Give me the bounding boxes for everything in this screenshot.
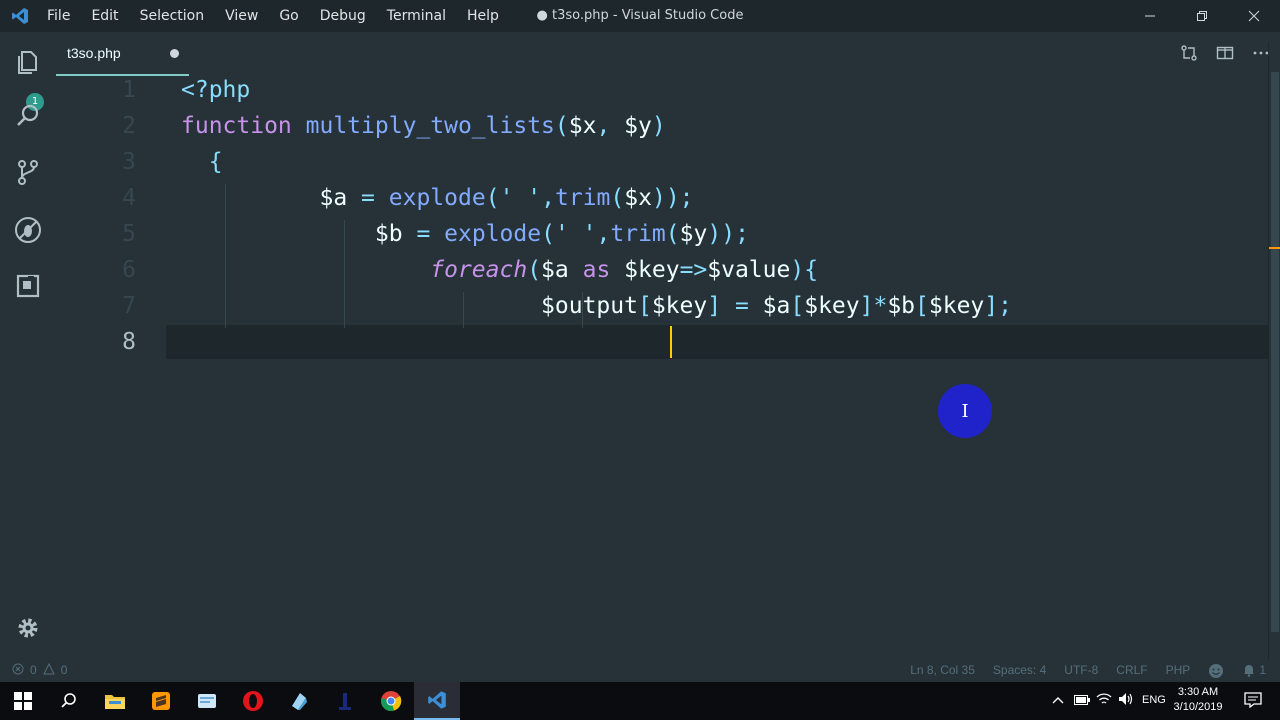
code-line-2: function multiply_two_lists($x, $y) bbox=[181, 113, 666, 139]
vscode-taskbar-icon[interactable] bbox=[414, 682, 460, 720]
clock-time: 3:30 AM bbox=[1177, 686, 1219, 698]
battery-icon[interactable] bbox=[1074, 695, 1090, 705]
vscode-logo-icon bbox=[12, 8, 28, 24]
clock[interactable]: 3:30 AM 3/10/2019 bbox=[1168, 685, 1228, 715]
opera-icon[interactable] bbox=[230, 682, 276, 720]
menu-bar: File Edit Selection View Go Debug Termin… bbox=[47, 0, 520, 32]
extensions-icon[interactable] bbox=[10, 268, 46, 304]
minimize-icon bbox=[1145, 15, 1155, 17]
menu-go[interactable]: Go bbox=[279, 0, 298, 32]
search-icon[interactable] bbox=[10, 98, 46, 134]
encoding[interactable]: UTF-8 bbox=[1064, 663, 1098, 679]
warning-icon bbox=[42, 663, 55, 675]
menu-help[interactable]: Help bbox=[467, 0, 499, 32]
warning-count: 0 bbox=[60, 663, 68, 677]
code-line-1: <?php bbox=[181, 77, 251, 103]
indentation[interactable]: Spaces: 4 bbox=[993, 663, 1046, 679]
chrome-icon[interactable] bbox=[368, 682, 414, 720]
windows-start-icon[interactable] bbox=[0, 682, 46, 720]
source-control-icon[interactable] bbox=[10, 154, 46, 190]
restore-icon bbox=[1197, 11, 1207, 21]
line-ending[interactable]: CRLF bbox=[1116, 663, 1147, 679]
wifi-icon[interactable] bbox=[1096, 692, 1112, 706]
debug-icon[interactable] bbox=[10, 212, 46, 248]
bell-icon bbox=[1244, 665, 1255, 677]
file-explorer-icon[interactable] bbox=[92, 682, 138, 720]
menu-file[interactable]: File bbox=[47, 0, 70, 32]
code-line-5: $b = explode(' ',trim($y)); bbox=[374, 221, 749, 247]
vertical-scrollbar[interactable] bbox=[1268, 42, 1280, 660]
code-line-3: { bbox=[208, 149, 223, 175]
action-center-icon[interactable] bbox=[1244, 692, 1262, 708]
app-icon[interactable] bbox=[276, 682, 322, 720]
menu-edit[interactable]: Edit bbox=[91, 0, 118, 32]
unsaved-dot-icon[interactable] bbox=[170, 49, 179, 58]
feedback-smiley-icon[interactable] bbox=[1208, 663, 1224, 679]
text-caret bbox=[670, 326, 672, 358]
volume-icon[interactable] bbox=[1118, 692, 1134, 706]
tab-bar: t3so.php bbox=[56, 32, 1280, 76]
notification-count: 1 bbox=[1259, 663, 1266, 677]
ibeam-cursor-icon: I bbox=[961, 400, 969, 422]
cursor-position-marker bbox=[1269, 247, 1280, 249]
gear-icon[interactable] bbox=[10, 610, 46, 646]
language-mode[interactable]: PHP bbox=[1166, 663, 1191, 679]
clock-date: 3/10/2019 bbox=[1173, 701, 1223, 713]
code-lines: <?php function multiply_two_lists($x, $y)… bbox=[56, 76, 1268, 376]
open-changes-icon[interactable] bbox=[1178, 42, 1200, 64]
explorer-icon[interactable] bbox=[10, 44, 46, 80]
problems-indicator[interactable]: 0 0 bbox=[12, 663, 67, 677]
close-button[interactable] bbox=[1228, 0, 1280, 32]
tab-label: t3so.php bbox=[67, 45, 121, 61]
sublime-text-icon[interactable] bbox=[138, 682, 184, 720]
menu-view[interactable]: View bbox=[225, 0, 258, 32]
title-bar: File Edit Selection View Go Debug Termin… bbox=[0, 0, 1280, 32]
error-count: 0 bbox=[30, 663, 37, 677]
menu-debug[interactable]: Debug bbox=[320, 0, 366, 32]
split-editor-icon[interactable] bbox=[1214, 42, 1236, 64]
system-tray: ENG 3:30 AM 3/10/2019 bbox=[1040, 682, 1280, 720]
close-icon bbox=[1248, 10, 1260, 22]
app-icon-2[interactable] bbox=[322, 682, 368, 720]
minimize-button[interactable] bbox=[1124, 0, 1176, 32]
cursor-position[interactable]: Ln 8, Col 35 bbox=[910, 663, 975, 679]
chevron-up-icon[interactable] bbox=[1052, 695, 1064, 705]
code-editor[interactable]: 1 2 3 4 5 6 7 8 <?php function multiply_t… bbox=[56, 76, 1268, 660]
menu-terminal[interactable]: Terminal bbox=[387, 0, 446, 32]
taskbar-search-icon[interactable] bbox=[46, 682, 92, 720]
activity-bar: 1 bbox=[0, 32, 56, 660]
code-line-6: foreach($a as $key=>$value){ bbox=[430, 257, 819, 283]
status-bar: 0 0 Ln 8, Col 35 Spaces: 4 UTF-8 CRLF PH… bbox=[0, 660, 1280, 682]
tab-t3so-php[interactable]: t3so.php bbox=[56, 32, 189, 76]
code-line-7: $output[$key] = $a[$key]*$b[$key]; bbox=[541, 293, 1012, 319]
restore-button[interactable] bbox=[1176, 0, 1228, 32]
notifications[interactable]: 1 bbox=[1242, 663, 1266, 679]
mouse-cursor-highlight: I bbox=[938, 384, 992, 438]
notepad-icon[interactable] bbox=[184, 682, 230, 720]
code-line-4: $a = explode(' ',trim($x)); bbox=[319, 185, 694, 211]
error-icon bbox=[12, 663, 24, 675]
scrollbar-thumb[interactable] bbox=[1271, 72, 1279, 632]
menu-selection[interactable]: Selection bbox=[140, 0, 205, 32]
windows-taskbar: ENG 3:30 AM 3/10/2019 bbox=[0, 682, 1280, 720]
language-indicator[interactable]: ENG bbox=[1142, 694, 1166, 706]
